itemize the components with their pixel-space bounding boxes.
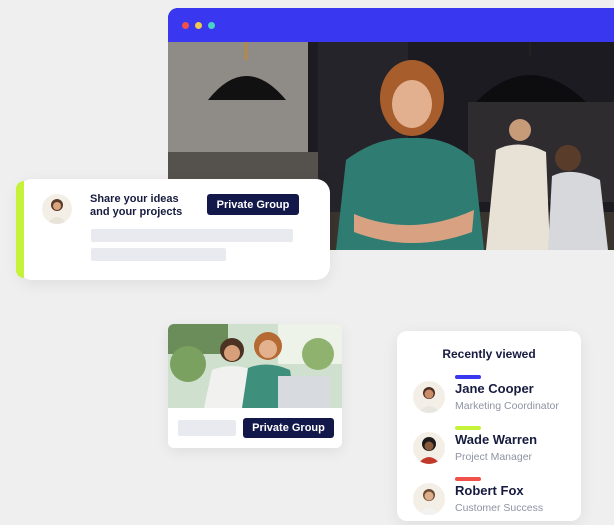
recently-viewed-title: Recently viewed [442, 347, 536, 361]
placeholder-line [178, 420, 236, 436]
accent-bar [455, 477, 481, 481]
person-icon [418, 387, 440, 413]
browser-title-bar [168, 8, 614, 42]
card-accent-bar [16, 181, 24, 278]
avatar [411, 430, 447, 466]
person-role: Marketing Coordinator [455, 400, 559, 412]
list-item-wade-warren[interactable]: Wade Warren Project Manager [411, 426, 579, 474]
person-role: Project Manager [455, 451, 533, 463]
person-icon [47, 199, 67, 224]
recently-viewed-card: Recently viewed Jane Cooper Marketing Co… [397, 331, 581, 521]
person-icon [418, 489, 440, 515]
person-role: Customer Success [455, 502, 544, 514]
window-dot-red[interactable] [182, 21, 189, 29]
share-ideas-card: Share your ideas and your projects Priva… [16, 179, 330, 280]
list-item-robert-fox[interactable]: Robert Fox Customer Success [411, 477, 579, 525]
accent-bar [455, 375, 481, 379]
placeholder-line [91, 248, 226, 261]
person-name: Robert Fox [455, 483, 524, 498]
person-name: Wade Warren [455, 432, 538, 447]
group-photo [168, 324, 342, 408]
private-group-button-2[interactable]: Private Group [243, 418, 334, 438]
window-dot-teal[interactable] [208, 21, 215, 29]
person-name: Jane Cooper [455, 381, 534, 396]
window-dot-yellow[interactable] [195, 21, 202, 29]
accent-bar [455, 426, 481, 430]
group-photo-card: Private Group [168, 324, 342, 448]
private-group-button[interactable]: Private Group [207, 194, 299, 215]
person-icon [418, 437, 440, 464]
placeholder-line [91, 229, 293, 242]
share-card-title: Share your ideas and your projects [90, 193, 183, 218]
list-item-jane-cooper[interactable]: Jane Cooper Marketing Coordinator [411, 375, 579, 423]
author-avatar [40, 192, 74, 226]
avatar [411, 379, 447, 415]
avatar [411, 481, 447, 517]
